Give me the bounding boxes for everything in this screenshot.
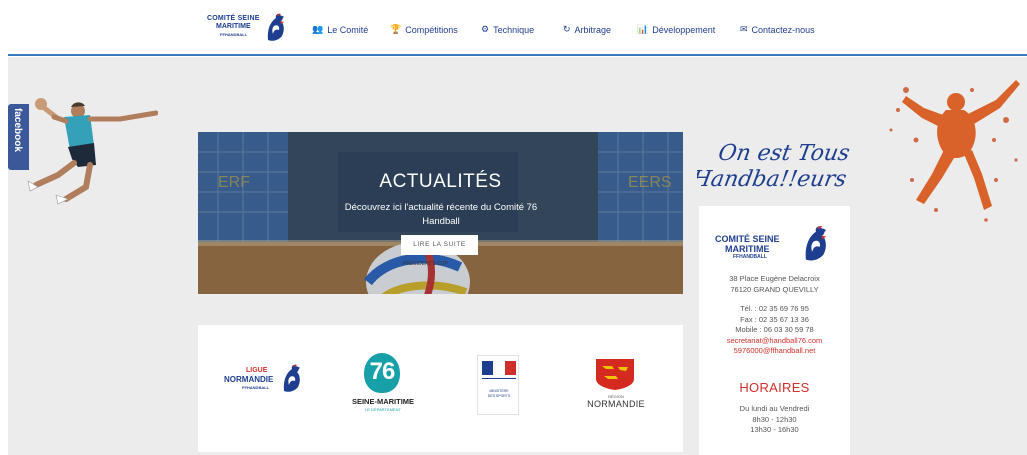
partner-ministere-des-sports-logo[interactable]: MINISTÈRE DES SPORTS [477, 355, 519, 415]
slogan-line2: Handba!!eurs [697, 166, 849, 192]
rooster-emblem-icon [267, 13, 284, 41]
logo-line2: MARITIME [216, 23, 251, 30]
partner-ligue-normandie-logo[interactable]: LIGUE NORMANDIE FFHANDBALL [220, 363, 310, 399]
facebook-label: facebook [12, 108, 23, 152]
logo-line3: FFHANDBALL [220, 32, 248, 37]
news-hero-banner[interactable]: ERF EERS PRESIDENT'S CUP ACTUALITÉS Déco… [198, 132, 683, 294]
contact-logo-line3: FFHANDBALL [733, 254, 767, 260]
partner-ligue-line2: NORMANDIE [224, 375, 274, 384]
hours-morning: 8h30 - 12h30 [752, 414, 797, 424]
nav-contactez-nous[interactable]: ✉ Contactez-nous [740, 24, 815, 35]
ministere-line1: MINISTÈRE [489, 389, 509, 393]
handball-player-left-image [27, 98, 158, 205]
contact-logo-line1: COMITÉ SEINE [715, 234, 780, 244]
seine-maritime-line1: SEINE-MARITIME [351, 397, 415, 406]
contact-logo-line2: MARITIME [725, 244, 770, 254]
nav-label: Contactez-nous [751, 24, 815, 35]
top-navigation-bar: COMITÉ SEINE MARITIME FFHANDBALL 👥 Le Co… [8, 0, 1027, 56]
partners-panel: LIGUE NORMANDIE FFHANDBALL 76 SEINE-MARI… [198, 325, 683, 452]
partner-ligue-line1: LIGUE [246, 367, 268, 374]
rooster-emblem-icon [805, 226, 827, 261]
hours-days: Du lundi au Vendredi [739, 404, 810, 413]
seine-maritime-line2: LE DÉPARTEMENT [365, 407, 401, 412]
facebook-tab[interactable]: facebook [8, 104, 29, 170]
partner-seine-maritime-logo[interactable]: 76 SEINE-MARITIME LE DÉPARTEMENT [350, 353, 416, 423]
partner-ligue-line3: FFHANDBALL [242, 385, 270, 390]
contact-email-secretariat[interactable]: secretariat@handball76.com [699, 336, 850, 347]
slogan-image: On est Tous Handba!!eurs [697, 140, 852, 192]
nav-competitions[interactable]: 🏆 Compétitions [390, 24, 458, 35]
read-more-button[interactable]: LIRE LA SUITE [401, 235, 478, 255]
nav-le-comite[interactable]: 👥 Le Comité [312, 24, 368, 35]
hours-afternoon: 13h30 - 16h30 [750, 425, 799, 434]
contact-phones: Tél. : 02 35 69 76 95 Fax : 02 35 67 13 … [699, 304, 850, 357]
cogs-icon: ⚙ [481, 24, 490, 34]
partner-region-normandie-logo[interactable]: RÉGION NORMANDIE [581, 357, 651, 415]
comite-seine-maritime-logo[interactable]: COMITÉ SEINE MARITIME FFHANDBALL [199, 12, 289, 44]
contact-address: 38 Place Eugène Delacroix 76120 GRAND QU… [699, 273, 850, 295]
contact-fax: Fax : 02 35 67 13 36 [740, 314, 809, 324]
nav-label: Compétitions [405, 24, 458, 35]
bar-chart-icon: 📊 [637, 24, 649, 34]
normandie-shield-icon [596, 359, 634, 390]
handball-player-splash-image [889, 80, 1020, 222]
address-line2: 76120 GRAND QUEVILLY [730, 285, 819, 294]
nav-developpement[interactable]: 📊 Développement [637, 24, 715, 35]
hours-details: Du lundi au Vendredi 8h30 - 12h30 13h30 … [699, 404, 850, 436]
nav-label: Arbitrage [574, 24, 612, 35]
french-flag-icon [482, 361, 516, 375]
nav-technique[interactable]: ⚙ Technique [481, 24, 534, 35]
users-icon: 👥 [312, 24, 324, 34]
nav-label: Le Comité [327, 24, 369, 35]
logo-line1: COMITÉ SEINE [207, 15, 260, 22]
hero-title: ACTUALITÉS [379, 171, 502, 192]
envelope-icon: ✉ [740, 24, 748, 34]
address-line1: 38 Place Eugène Delacroix [729, 274, 820, 283]
hours-heading: HORAIRES [739, 380, 810, 395]
contact-tel: Tél. : 02 35 69 76 95 [740, 304, 809, 313]
contact-mobile: Mobile : 06 03 30 59 78 [735, 325, 814, 334]
rooster-emblem-icon [283, 364, 300, 392]
hero-subtitle: Découvrez ici l'actualité récente du Com… [344, 202, 538, 227]
ministere-line2: DES SPORTS [487, 394, 511, 398]
region-line2: NORMANDIE [587, 399, 645, 409]
trophy-icon: 🏆 [390, 24, 402, 34]
nav-label: Technique [493, 24, 535, 35]
nav-arbitrage[interactable]: ↻ Arbitrage [563, 24, 611, 35]
slogan-line1: On est Tous [716, 140, 851, 166]
divider [482, 378, 516, 379]
contact-info-panel: COMITÉ SEINE MARITIME FFHANDBALL 38 Plac… [699, 206, 850, 455]
seine-maritime-number: 76 [369, 358, 396, 385]
whistle-icon: ↻ [563, 24, 571, 34]
contact-email-ffhandball[interactable]: 5976000@ffhandball.net [699, 346, 850, 357]
nav-label: Développement [652, 24, 716, 35]
contact-comite-logo: COMITÉ SEINE MARITIME FFHANDBALL [715, 224, 835, 264]
